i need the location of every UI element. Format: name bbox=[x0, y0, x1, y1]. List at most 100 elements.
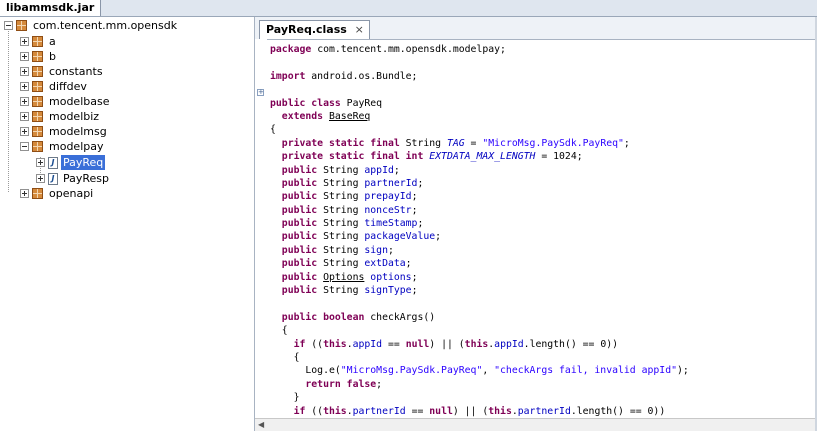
code-token: public bbox=[281, 177, 318, 189]
tree-root-package[interactable]: com.tencent.mm.opensdk bbox=[4, 18, 179, 33]
jar-tab[interactable]: libammsdk.jar bbox=[0, 0, 102, 16]
code-token: = bbox=[464, 137, 483, 149]
tree-item-diffdev[interactable]: diffdev bbox=[20, 79, 89, 94]
code-token: { bbox=[270, 124, 276, 136]
code-line: private static final String TAG = "Micro… bbox=[270, 137, 689, 150]
package-icon bbox=[32, 96, 43, 107]
code-token: Options bbox=[323, 271, 365, 283]
code-token: == bbox=[382, 338, 406, 350]
collapse-icon[interactable] bbox=[4, 21, 13, 30]
code-token: ; bbox=[435, 231, 442, 243]
code-token: String bbox=[317, 258, 365, 270]
tree-label: com.tencent.mm.opensdk bbox=[33, 19, 178, 32]
code-token: String bbox=[317, 177, 365, 189]
expand-icon[interactable] bbox=[36, 174, 45, 183]
code-line: public String appId; bbox=[270, 164, 689, 177]
tree-label: b bbox=[49, 50, 56, 63]
code-line: public class PayReq bbox=[270, 97, 689, 110]
expand-icon[interactable] bbox=[36, 158, 45, 167]
tree-label: PayResp bbox=[63, 172, 110, 185]
code-token: PayReq bbox=[340, 97, 383, 109]
code-token: ; bbox=[393, 164, 400, 176]
code-token: options bbox=[370, 271, 412, 283]
code-token: com.tencent.mm.opensdk.modelpay; bbox=[311, 44, 506, 55]
code-token: ; bbox=[411, 271, 418, 283]
code-token: private static final bbox=[281, 137, 400, 149]
code-token: ; bbox=[623, 137, 630, 149]
code-token: sign bbox=[364, 244, 388, 256]
tree-label: modelmsg bbox=[49, 125, 107, 138]
horizontal-scrollbar[interactable]: ◀ bbox=[255, 418, 816, 431]
close-icon[interactable]: × bbox=[355, 21, 364, 39]
code-token: this bbox=[488, 405, 512, 417]
tree-item-b[interactable]: b bbox=[20, 49, 58, 64]
code-token: "MicroMsg.PaySdk.PayReq" bbox=[340, 365, 483, 377]
package-icon bbox=[32, 36, 43, 47]
code-token: String bbox=[317, 204, 365, 216]
code-token: ) || ( bbox=[429, 338, 465, 350]
collapse-icon[interactable] bbox=[20, 142, 29, 151]
code-line: ​ bbox=[270, 297, 689, 310]
tree-item-modelpay[interactable]: modelpay bbox=[20, 139, 105, 154]
tree-label: diffdev bbox=[49, 80, 87, 93]
code-token: return false bbox=[305, 378, 377, 390]
expand-icon[interactable] bbox=[20, 97, 29, 106]
tree-item-modelmsg[interactable]: modelmsg bbox=[20, 124, 109, 139]
package-icon bbox=[16, 20, 27, 31]
tree-item-payreq[interactable]: J PayReq bbox=[36, 155, 106, 170]
code-line: ​ bbox=[270, 83, 689, 96]
tree-item-openapi[interactable]: openapi bbox=[20, 186, 95, 201]
top-tab-strip: libammsdk.jar bbox=[0, 0, 817, 17]
code-token: ; bbox=[387, 244, 394, 256]
code-token: "MicroMsg.PaySdk.PayReq" bbox=[482, 137, 624, 149]
code-token: packageValue bbox=[364, 231, 436, 243]
fold-expand-icon[interactable]: + bbox=[257, 89, 264, 96]
code-line: private static final int EXTDATA_MAX_LEN… bbox=[270, 150, 689, 163]
tree-item-a[interactable]: a bbox=[20, 34, 58, 49]
package-icon bbox=[32, 81, 43, 92]
code-line: public Options options; bbox=[270, 271, 689, 284]
tree-item-payresp[interactable]: J PayResp bbox=[36, 171, 111, 186]
expand-icon[interactable] bbox=[20, 52, 29, 61]
tree-label: modelpay bbox=[49, 140, 104, 153]
code-line: } bbox=[270, 391, 689, 404]
code-line: ​ bbox=[270, 56, 689, 69]
expand-icon[interactable] bbox=[20, 67, 29, 76]
java-class-file-icon: J bbox=[48, 156, 58, 169]
source-code[interactable]: package com.tencent.mm.opensdk.modelpay;… bbox=[270, 43, 689, 418]
code-line: public String nonceStr; bbox=[270, 204, 689, 217]
expand-icon[interactable] bbox=[20, 37, 29, 46]
tree-item-modelbase[interactable]: modelbase bbox=[20, 94, 111, 109]
tree-guide-root bbox=[8, 29, 9, 192]
code-token: this bbox=[323, 405, 347, 417]
code-token: EXTDATA_MAX_LENGTH bbox=[429, 151, 536, 163]
tree-label: a bbox=[49, 35, 56, 48]
code-token: TAG bbox=[446, 137, 465, 149]
expand-icon[interactable] bbox=[20, 112, 29, 121]
code-token: .length() == 0)) bbox=[523, 338, 619, 350]
expand-icon[interactable] bbox=[20, 127, 29, 136]
tree-item-modelbiz[interactable]: modelbiz bbox=[20, 109, 101, 124]
tab-payreq-class[interactable]: PayReq.class × bbox=[259, 20, 370, 39]
tree-item-constants[interactable]: constants bbox=[20, 64, 105, 79]
scroll-left-icon[interactable]: ◀ bbox=[258, 420, 264, 429]
code-token: public bbox=[281, 164, 318, 176]
code-token: ; bbox=[405, 258, 412, 270]
expand-icon[interactable] bbox=[20, 82, 29, 91]
code-line: { bbox=[270, 351, 689, 364]
expand-icon[interactable] bbox=[20, 189, 29, 198]
code-token: this bbox=[464, 338, 489, 350]
code-token: appId bbox=[364, 164, 394, 176]
code-line: extends BaseReq bbox=[270, 110, 689, 123]
package-icon bbox=[32, 141, 43, 152]
code-token: partnerId bbox=[364, 177, 418, 189]
